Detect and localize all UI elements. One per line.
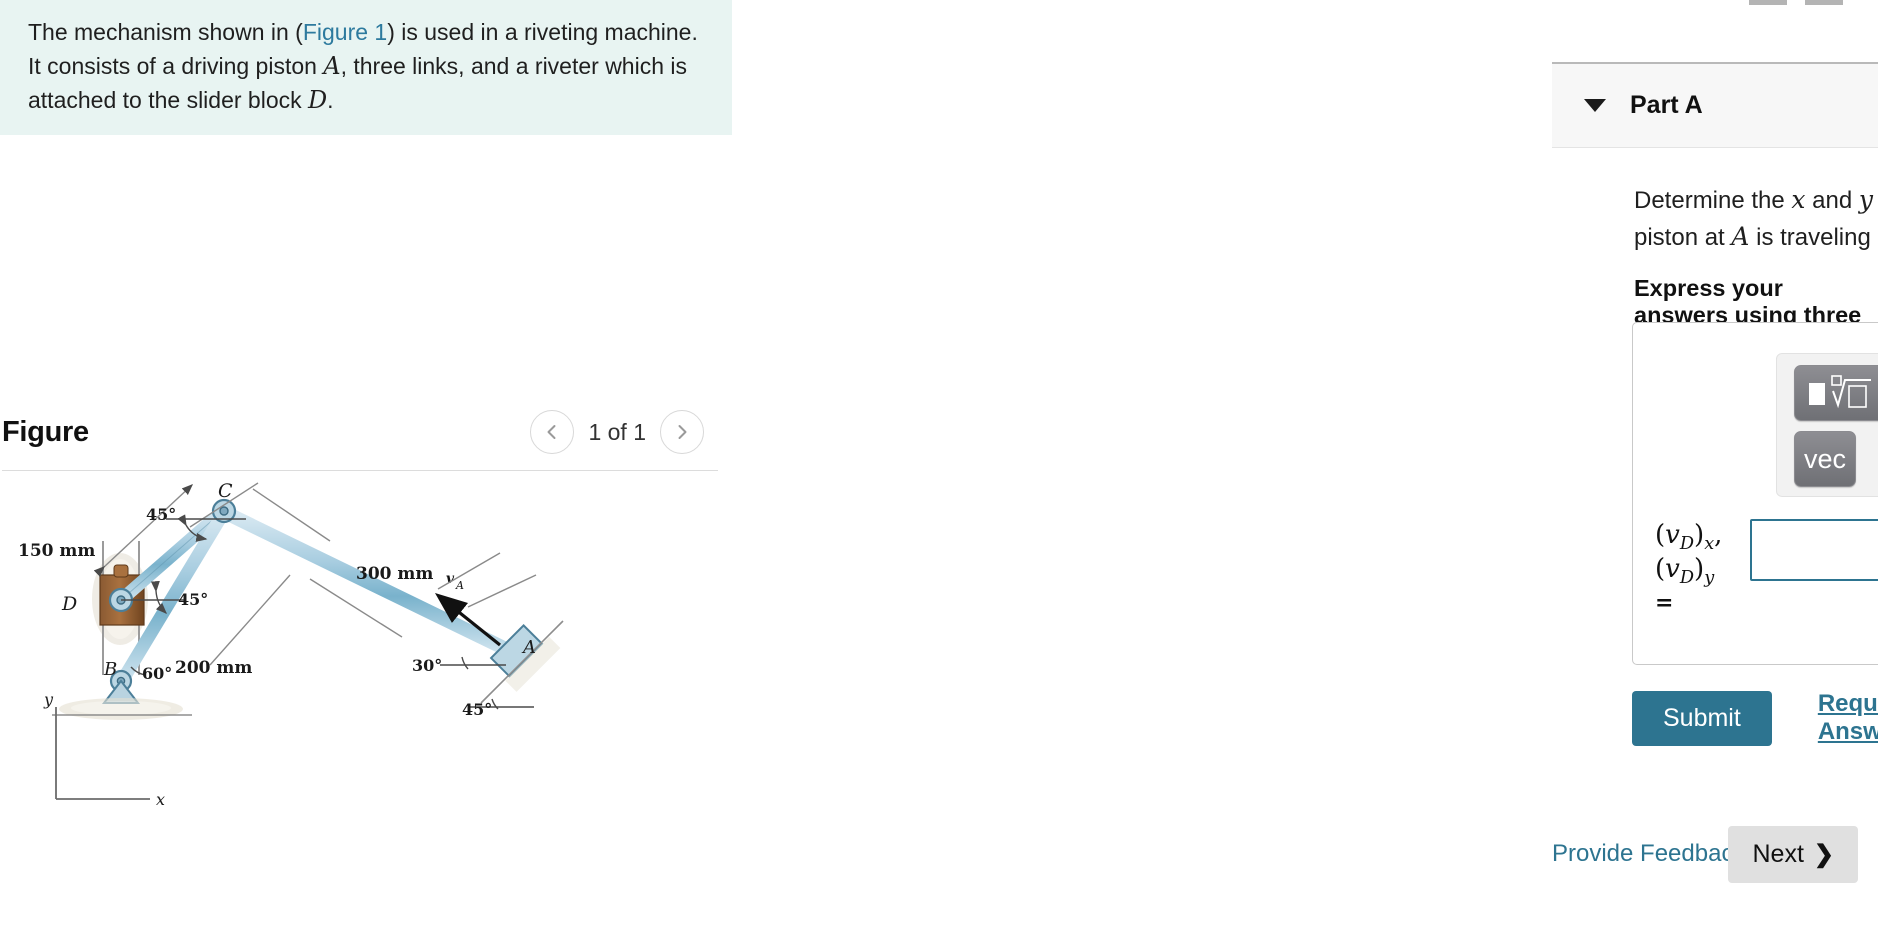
statement-var-a: A — [323, 51, 341, 80]
figure-header: Figure 1 of 1 — [0, 410, 732, 455]
figure-title: Figure — [2, 415, 89, 448]
diagram-label-c: C — [218, 480, 233, 502]
statement-text-4: . — [327, 87, 334, 114]
lbl-comma: , — [1714, 520, 1723, 550]
sqrt-template-icon — [1809, 375, 1871, 409]
q-seg-2: and — [1805, 187, 1859, 214]
top-bar-1 — [1749, 0, 1787, 5]
chevron-right-icon — [672, 422, 692, 442]
figure-next-button[interactable] — [660, 410, 704, 455]
request-answer-link[interactable]: Request Answer — [1818, 690, 1878, 746]
figure-prev-button[interactable] — [530, 410, 575, 455]
lbl-v-1: v — [1665, 520, 1680, 550]
caret-down-icon[interactable] — [1584, 99, 1606, 112]
right-answer-pane: Part A Determine the x and y components … — [752, 0, 1878, 934]
top-bar-2 — [1805, 0, 1843, 5]
diagram-dim-150: 150 mm — [18, 541, 95, 561]
q-seg-5: is traveling at — [1756, 223, 1878, 251]
next-button[interactable]: Next ❯ — [1728, 826, 1858, 883]
q-var-y: y — [1858, 185, 1873, 214]
lbl-close-1: ) — [1694, 520, 1705, 550]
figure-page-count: 1 of 1 — [588, 418, 646, 445]
vector-button[interactable]: vec — [1794, 431, 1856, 487]
diagram-label-a: A — [521, 637, 536, 658]
left-figure-pane: The mechanism shown in (Figure 1) is use… — [0, 0, 752, 934]
lbl-vsub-1: D — [1679, 534, 1695, 555]
lbl-v-2: v — [1665, 553, 1680, 584]
q-seg-1: Determine the — [1634, 187, 1792, 214]
answer-label: (vD)x, (vD)y = — [1655, 519, 1750, 616]
diagram-dim-300: 300 mm — [356, 564, 433, 584]
chevron-left-icon — [542, 422, 562, 442]
lbl-open-1: ( — [1655, 520, 1666, 550]
provide-feedback-link[interactable]: Provide Feedback — [1552, 840, 1745, 868]
math-toolbar: ΑΣϕ ↓↑ vec — [1776, 353, 1878, 497]
diagram-label-b: B — [103, 659, 117, 680]
diagram-axis-x: x — [156, 790, 165, 809]
statement-text-1: The mechanism shown in ( — [28, 19, 303, 45]
answer-equals: = — [1655, 589, 1674, 616]
part-a-label: Part A — [1630, 91, 1703, 119]
diagram-label-d: D — [61, 593, 77, 615]
submit-button[interactable]: Submit — [1632, 690, 1772, 746]
diagram-label-velocity: v — [446, 571, 455, 587]
diagram-angle-a30: 30° — [412, 656, 442, 675]
lbl-open-2: ( — [1655, 553, 1666, 584]
template-sqrt-button[interactable] — [1794, 365, 1878, 421]
lbl-x: x — [1704, 534, 1715, 555]
chevron-right-icon: ❯ — [1813, 841, 1834, 868]
diagram-angle-d: 45° — [178, 590, 208, 609]
next-button-label: Next — [1752, 840, 1804, 868]
figure-1-link[interactable]: Figure 1 — [303, 19, 387, 45]
answer-label-line1: (vD)x, — [1655, 520, 1723, 554]
diagram-axis-y: y — [43, 690, 54, 709]
diagram-angle-c: 45° — [146, 505, 176, 524]
problem-page: The mechanism shown in (Figure 1) is use… — [0, 0, 1878, 934]
lbl-y: y — [1704, 568, 1715, 589]
figure-divider — [2, 470, 718, 472]
lbl-vsub-2: D — [1679, 568, 1695, 589]
svg-text:A: A — [455, 579, 464, 592]
q-var-a: A — [1731, 221, 1750, 251]
top-partial-controls — [1749, 0, 1843, 5]
answer-input[interactable] — [1750, 519, 1878, 581]
problem-statement: The mechanism shown in (Figure 1) is use… — [0, 0, 732, 136]
question-text: Determine the x and y components of the … — [1634, 182, 1878, 257]
submit-row: Submit Request Answer — [1632, 690, 1878, 746]
q-var-x: x — [1791, 185, 1806, 214]
q-seg-3: components of the velocity of — [1873, 187, 1878, 214]
answer-label-line2: (vD)y — [1655, 553, 1714, 588]
mechanism-figure[interactable]: v A C D B A 45° 45° 60° 30° 45° 150 mm 2… — [0, 479, 732, 899]
diagram-angle-b: 60° — [142, 664, 172, 683]
statement-var-d: D — [308, 86, 328, 115]
answer-card: ΑΣϕ ↓↑ vec — [1632, 322, 1878, 665]
part-a-header[interactable]: Part A — [1552, 64, 1878, 148]
figure-pager: 1 of 1 — [530, 410, 704, 455]
diagram-dim-200: 200 mm — [175, 658, 252, 678]
lbl-close-2: ) — [1694, 553, 1705, 584]
diagram-angle-a45: 45° — [462, 700, 492, 719]
answer-row: (vD)x, (vD)y = m/s — [1655, 519, 1878, 616]
